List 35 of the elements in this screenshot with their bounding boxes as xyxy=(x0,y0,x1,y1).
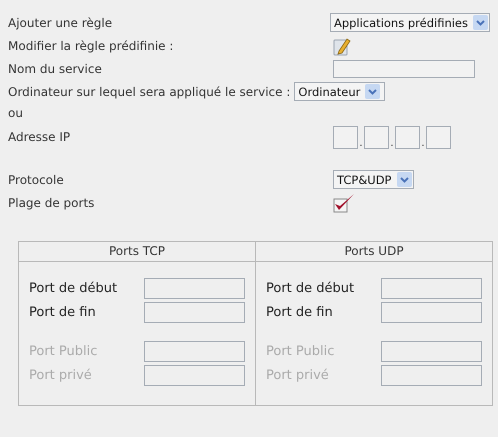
column-header: Ports UDP xyxy=(344,244,404,258)
ip-octet-field[interactable] xyxy=(395,126,420,148)
field-label: Port Public xyxy=(29,344,98,359)
field-label: Port privé xyxy=(29,368,93,383)
port-field[interactable] xyxy=(381,278,482,299)
field-label: Ajouter une règle xyxy=(8,16,114,30)
field-label: Nom du service xyxy=(8,62,103,76)
ip-octet-field[interactable] xyxy=(426,126,451,148)
port-field[interactable] xyxy=(381,302,482,323)
field-label: Modifier la règle prédifinie : xyxy=(8,38,174,52)
port-field[interactable] xyxy=(144,302,245,323)
computer-dropdown[interactable]: Ordinateur xyxy=(294,82,386,101)
field-label: Port de début xyxy=(29,281,118,296)
ip-separator: . xyxy=(358,138,364,148)
checkbox[interactable] xyxy=(333,192,355,212)
field-label: Port de début xyxy=(266,281,356,296)
ip-separator: . xyxy=(389,138,395,148)
pencil-icon[interactable] xyxy=(333,36,351,56)
field-label: Port de fin xyxy=(29,305,97,320)
field-label: Port Public xyxy=(266,344,336,359)
service-name-field[interactable] xyxy=(333,60,475,78)
field-label: Adresse IP xyxy=(8,130,72,144)
rule-dropdown[interactable]: Applications prédifinies xyxy=(330,13,490,32)
protocol-dropdown[interactable]: TCP&UDP xyxy=(333,170,414,189)
field-label: Plage de ports xyxy=(8,196,96,210)
column-header: Ports TCP xyxy=(108,244,166,258)
port-field[interactable] xyxy=(144,278,245,299)
or-label: ou xyxy=(8,106,24,120)
field-label: Port privé xyxy=(266,368,330,383)
field-label: Port de fin xyxy=(266,305,334,320)
ip-octet-field[interactable] xyxy=(333,126,358,148)
field-label: Ordinateur sur lequel sera appliqué le service : xyxy=(8,84,290,98)
ip-octet-field[interactable] xyxy=(364,126,389,148)
ip-separator: . xyxy=(420,138,426,148)
field-label: Protocole xyxy=(8,172,65,186)
